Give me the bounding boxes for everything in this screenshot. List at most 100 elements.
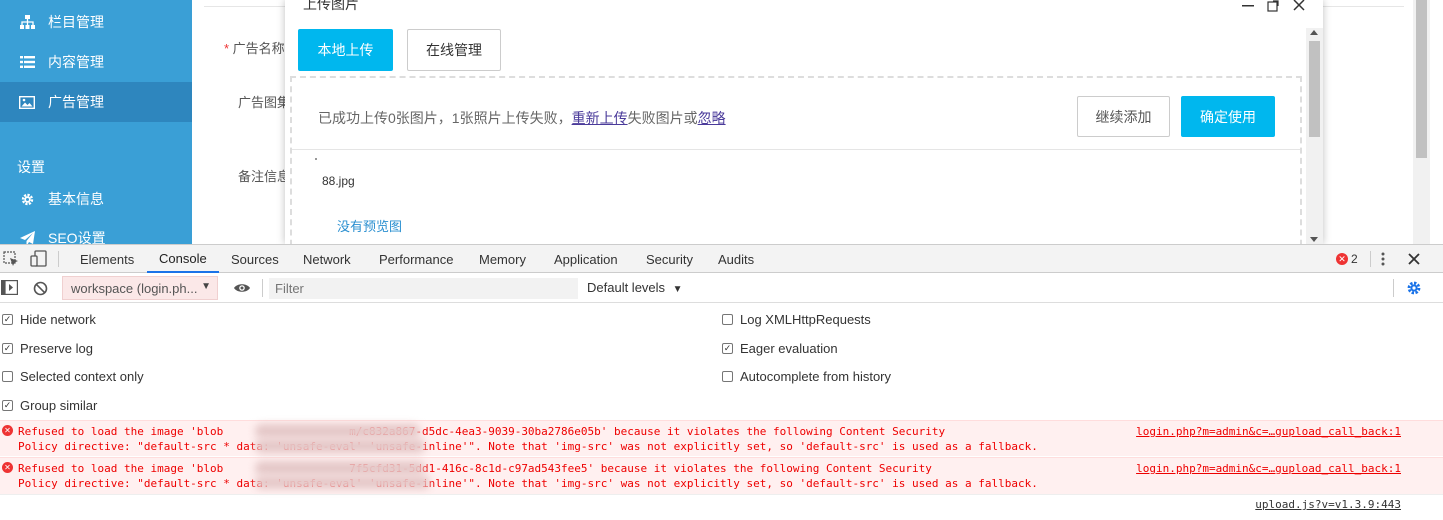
sidebar-item-label: 广告管理 xyxy=(48,94,104,110)
sidebar-item-content[interactable]: 内容管理 xyxy=(0,42,192,82)
group-similar-checkbox[interactable]: ✓ Group similar xyxy=(2,398,97,413)
divider xyxy=(58,251,59,267)
page-scrollbar[interactable] xyxy=(1413,0,1430,244)
checkbox-label: Autocomplete from history xyxy=(740,369,892,384)
tab-application[interactable]: Application xyxy=(554,245,618,273)
list-icon xyxy=(18,53,36,71)
close-devtools-icon[interactable] xyxy=(1408,253,1420,268)
footer-source-link[interactable]: upload.js?v=v1.3.9:443 xyxy=(1255,498,1401,511)
divider xyxy=(1393,279,1394,297)
checkbox-label: Group similar xyxy=(20,398,98,413)
error-icon: ✕ xyxy=(2,425,13,436)
upload-area: 已成功上传0张图片，1张照片上传失败，重新上传失败图片或忽略 继续添加 确定使用… xyxy=(290,76,1302,244)
sidebar-item-ads[interactable]: 广告管理 xyxy=(0,82,192,122)
divider xyxy=(262,279,263,297)
tab-memory[interactable]: Memory xyxy=(479,245,526,273)
upload-modal: 上传图片 本地上传 在线管理 已成功上传0张图片，1张照片上传失败，重新上传失败… xyxy=(285,0,1323,244)
file-name: 88.jpg xyxy=(322,174,355,188)
hide-network-checkbox[interactable]: ✓ Hide network xyxy=(2,312,96,327)
log-levels-value: Default levels xyxy=(587,280,666,295)
tab-sources[interactable]: Sources xyxy=(231,245,279,273)
checkbox-box[interactable] xyxy=(722,314,733,325)
upload-status-text: 已成功上传0张图片，1张照片上传失败，重新上传失败图片或忽略 xyxy=(318,110,726,126)
show-sidebar-icon[interactable] xyxy=(1,280,19,298)
ignore-link[interactable]: 忽略 xyxy=(698,110,726,126)
no-preview-text: 没有预览图 xyxy=(337,219,403,234)
console-toolbar: workspace (login.ph... ▼ Default levels … xyxy=(0,273,1443,303)
redaction-blur xyxy=(255,476,430,489)
error-icon[interactable]: ✕ xyxy=(1336,253,1348,265)
live-expression-eye-icon[interactable] xyxy=(233,282,251,297)
redaction-blur xyxy=(255,424,420,438)
tab-online-manage[interactable]: 在线管理 xyxy=(407,29,501,71)
error-count[interactable]: 2 xyxy=(1351,252,1358,266)
error-message: Refused to load the image 'blob m/c832a8… xyxy=(18,425,1038,453)
error-source-link[interactable]: login.php?m=admin&c=…gupload_call_back:1 xyxy=(1136,424,1401,439)
log-xhr-checkbox[interactable]: Log XMLHttpRequests xyxy=(722,312,871,327)
sidebar-item-label: 栏目管理 xyxy=(48,14,104,30)
sidebar-item-label: 内容管理 xyxy=(48,54,104,70)
console-error-row: ✕ Refused to load the image 'blob 7f5cfd… xyxy=(0,457,1443,494)
minimize-icon[interactable] xyxy=(1241,0,1255,12)
close-icon[interactable] xyxy=(1292,0,1306,12)
checkbox-box[interactable]: ✓ xyxy=(2,343,13,354)
continue-add-button[interactable]: 继续添加 xyxy=(1077,96,1170,137)
sidebar-item-basic-info[interactable]: 基本信息 xyxy=(0,179,192,219)
checkbox-box[interactable]: ✓ xyxy=(2,400,13,411)
confirm-use-button[interactable]: 确定使用 xyxy=(1181,96,1275,137)
sitemap-icon xyxy=(18,13,36,31)
sidebar-section-title: 设置 xyxy=(17,159,45,175)
tab-local-upload[interactable]: 本地上传 xyxy=(298,29,393,71)
checkbox-label: Eager evaluation xyxy=(740,341,838,356)
checkbox-label: Selected context only xyxy=(20,369,144,384)
scroll-up-icon[interactable] xyxy=(1310,30,1318,35)
tab-elements[interactable]: Elements xyxy=(80,245,134,273)
autocomplete-history-checkbox[interactable]: Autocomplete from history xyxy=(722,369,891,384)
gear-icon xyxy=(18,190,36,208)
context-select-value: workspace (login.ph... xyxy=(71,280,198,296)
checkbox-label: Log XMLHttpRequests xyxy=(740,312,871,327)
retry-upload-link[interactable]: 重新上传 xyxy=(572,110,628,126)
image-icon xyxy=(18,93,36,111)
error-message: Refused to load the image 'blob 7f5cfd31… xyxy=(18,462,1038,490)
more-options-icon[interactable] xyxy=(1381,252,1385,269)
checkbox-label: Preserve log xyxy=(20,341,93,356)
upload-status-bar: 已成功上传0张图片，1张照片上传失败，重新上传失败图片或忽略 继续添加 确定使用 xyxy=(292,78,1300,150)
inspect-element-icon[interactable] xyxy=(3,251,19,270)
checkbox-box[interactable] xyxy=(2,371,13,382)
form-label-notes: 备注信息 xyxy=(238,169,291,184)
checkbox-box[interactable]: ✓ xyxy=(2,314,13,325)
scroll-down-icon[interactable] xyxy=(1310,237,1318,242)
checkbox-box[interactable]: ✓ xyxy=(722,343,733,354)
sidebar-item-columns[interactable]: 栏目管理 xyxy=(0,2,192,42)
checkbox-box[interactable] xyxy=(722,371,733,382)
console-error-row: ✕ Refused to load the image 'blob m/c832… xyxy=(0,420,1443,456)
divider xyxy=(1370,251,1371,267)
tab-audits[interactable]: Audits xyxy=(718,245,754,273)
devtools-tabbar: Elements Console Sources Network Perform… xyxy=(0,245,1443,273)
error-source-link[interactable]: login.php?m=admin&c=…gupload_call_back:1 xyxy=(1136,461,1401,476)
console-settings-gear-icon[interactable] xyxy=(1406,280,1422,299)
context-select[interactable]: workspace (login.ph... ▼ xyxy=(62,276,218,300)
sidebar: 栏目管理 内容管理 广告管理 设置 基本信息 SEO设置 xyxy=(0,0,192,246)
eager-evaluation-checkbox[interactable]: ✓ Eager evaluation xyxy=(722,341,838,356)
modal-scrollbar-thumb[interactable] xyxy=(1309,41,1320,137)
error-icon: ✕ xyxy=(2,462,13,473)
log-levels-select[interactable]: Default levels ▼ xyxy=(587,280,683,295)
chevron-down-icon: ▼ xyxy=(672,284,683,295)
modal-scrollbar[interactable] xyxy=(1306,28,1323,244)
tab-performance[interactable]: Performance xyxy=(379,245,453,273)
selected-context-only-checkbox[interactable]: Selected context only xyxy=(2,369,144,384)
redaction-blur xyxy=(255,439,425,453)
clear-console-icon[interactable] xyxy=(33,281,48,299)
preserve-log-checkbox[interactable]: ✓ Preserve log xyxy=(2,341,93,356)
tab-security[interactable]: Security xyxy=(646,245,693,273)
tab-console[interactable]: Console xyxy=(147,245,219,273)
page-scrollbar-thumb[interactable] xyxy=(1416,0,1427,158)
maximize-icon[interactable] xyxy=(1266,0,1280,12)
filter-input[interactable] xyxy=(269,278,578,299)
tab-network[interactable]: Network xyxy=(303,245,351,273)
divider xyxy=(0,494,1443,495)
device-toggle-icon[interactable] xyxy=(30,250,48,270)
chevron-down-icon: ▼ xyxy=(201,281,211,292)
